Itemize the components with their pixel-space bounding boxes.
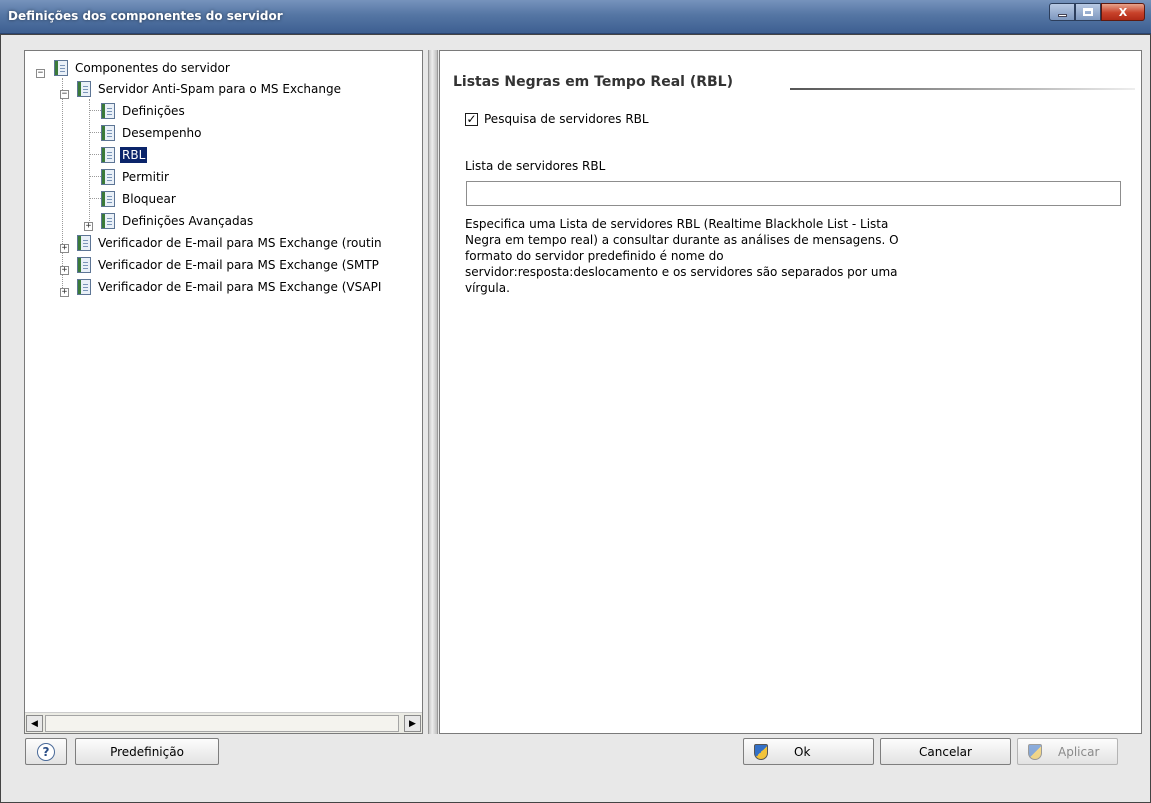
tree-panel: − Componentes do servidor − Servidor Ant… (24, 50, 423, 734)
cancel-button-label: Cancelar (919, 744, 972, 759)
document-icon (101, 147, 115, 163)
tree-item-allow[interactable]: Permitir (101, 167, 171, 187)
arrow-right-icon: ▶ (409, 718, 416, 729)
scroll-left-button[interactable]: ◀ (26, 715, 43, 732)
tree-item-block[interactable]: Bloquear (101, 189, 178, 209)
minimize-button[interactable] (1049, 3, 1075, 21)
help-button[interactable]: ? (25, 738, 67, 765)
tree-item-definitions[interactable]: Definições (101, 101, 187, 121)
tree-connector (89, 176, 101, 177)
tree-item-label: Permitir (122, 170, 169, 184)
tree-item-label: Definições (122, 104, 185, 118)
scroll-right-button[interactable]: ▶ (404, 715, 421, 732)
tree-item-email-scanner-smtp[interactable]: + Verificador de E-mail para MS Exchange… (60, 255, 381, 275)
close-button[interactable]: X (1101, 3, 1145, 21)
close-icon: X (1118, 5, 1128, 19)
rbl-servers-label: Lista de servidores RBL (465, 159, 606, 173)
help-icon: ? (37, 742, 55, 761)
shield-icon (754, 743, 768, 760)
expand-icon[interactable]: + (84, 221, 93, 231)
horizontal-scrollbar[interactable]: ◀ ▶ (25, 712, 422, 733)
ok-button[interactable]: Ok (743, 738, 874, 765)
maximize-button[interactable] (1075, 3, 1101, 21)
tree-item-label: Definições Avançadas (122, 214, 254, 228)
default-button[interactable]: Predefinição (75, 738, 219, 765)
title-bar: Definições dos componentes do servidor X (0, 0, 1151, 34)
tree-item-antispam-server[interactable]: − Servidor Anti-Spam para o MS Exchange (60, 79, 343, 99)
document-icon (77, 81, 91, 97)
cancel-button[interactable]: Cancelar (880, 738, 1011, 765)
minimize-icon (1057, 13, 1067, 17)
document-icon (101, 125, 115, 141)
expand-icon[interactable]: + (60, 287, 69, 297)
tree-item-label: Verificador de E-mail para MS Exchange (… (98, 258, 379, 272)
window-controls: X (1049, 3, 1145, 21)
tree-item-label: Verificador de E-mail para MS Exchange (… (98, 236, 382, 250)
collapse-icon[interactable]: − (60, 89, 69, 99)
tree-connector (89, 198, 101, 199)
document-icon (77, 235, 91, 251)
tree-connector (89, 132, 101, 133)
rbl-search-checkbox[interactable]: ✓ (465, 112, 478, 126)
button-bar: ? Predefinição Ok Cancelar Aplicar (0, 738, 1151, 769)
tree-item-rbl[interactable]: RBL (101, 145, 148, 165)
tree-item-label: Desempenho (122, 126, 202, 140)
document-icon (54, 60, 68, 76)
component-tree: − Componentes do servidor − Servidor Ant… (25, 51, 422, 711)
tree-item-performance[interactable]: Desempenho (101, 123, 204, 143)
apply-button-label: Aplicar (1058, 744, 1100, 759)
settings-panel: Listas Negras em Tempo Real (RBL) ✓ Pesq… (439, 50, 1142, 734)
ok-button-label: Ok (794, 744, 811, 759)
tree-item-label: Servidor Anti-Spam para o MS Exchange (98, 82, 341, 96)
tree-item-label: Bloquear (122, 192, 176, 206)
document-icon (101, 213, 115, 229)
section-divider (790, 88, 1135, 90)
document-icon (77, 279, 91, 295)
window-title: Definições dos componentes do servidor (8, 9, 283, 23)
expand-icon[interactable]: + (60, 243, 69, 253)
rbl-servers-input[interactable] (466, 181, 1121, 206)
rbl-description: Especifica uma Lista de servidores RBL (… (465, 217, 899, 295)
apply-button[interactable]: Aplicar (1017, 738, 1118, 765)
tree-item-server-components[interactable]: − Componentes do servidor (36, 58, 232, 78)
tree-item-advanced-definitions[interactable]: + Definições Avançadas (84, 211, 255, 231)
rbl-search-label: Pesquisa de servidores RBL (484, 112, 649, 126)
default-button-label: Predefinição (110, 744, 184, 759)
scroll-thumb[interactable] (45, 715, 399, 732)
document-icon (101, 169, 115, 185)
tree-item-label: Componentes do servidor (75, 61, 230, 75)
tree-item-email-scanner-vsapi[interactable]: + Verificador de E-mail para MS Exchange… (60, 277, 383, 297)
collapse-icon[interactable]: − (36, 68, 45, 78)
tree-connector (89, 99, 90, 227)
document-icon (77, 257, 91, 273)
tree-item-label: Verificador de E-mail para MS Exchange (… (98, 280, 382, 294)
tree-connector (89, 110, 101, 111)
tree-item-email-scanner-routing[interactable]: + Verificador de E-mail para MS Exchange… (60, 233, 384, 253)
panel-splitter[interactable] (428, 50, 438, 734)
shield-icon (1028, 743, 1042, 760)
tree-connector (89, 154, 101, 155)
tree-connector (62, 78, 63, 290)
maximize-icon (1083, 8, 1093, 16)
document-icon (101, 103, 115, 119)
tree-item-label: RBL (120, 147, 148, 163)
section-title: Listas Negras em Tempo Real (RBL) (453, 74, 733, 90)
document-icon (101, 191, 115, 207)
rbl-search-checkbox-row[interactable]: ✓ Pesquisa de servidores RBL (465, 112, 649, 126)
arrow-left-icon: ◀ (31, 718, 38, 729)
expand-icon[interactable]: + (60, 265, 69, 275)
